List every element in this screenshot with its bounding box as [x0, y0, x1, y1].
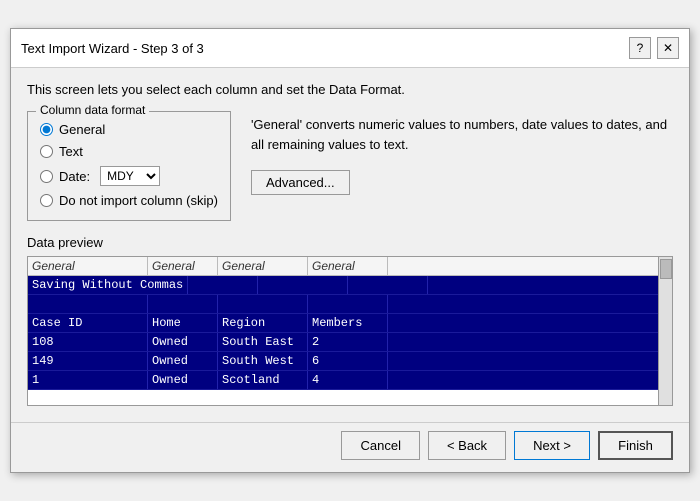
data-rows: Saving Without Commas	[28, 276, 658, 390]
description-text: This screen lets you select each column …	[27, 82, 673, 97]
cell-4-2: South West	[218, 352, 308, 370]
main-area: Column data format General Text Date: MD…	[27, 111, 673, 221]
scroll-thumb-vert[interactable]	[660, 259, 672, 279]
cell-2-3: Members	[308, 314, 388, 332]
table-row	[28, 295, 658, 314]
info-text: 'General' converts numeric values to num…	[251, 115, 673, 154]
cell-4-1: Owned	[148, 352, 218, 370]
cell-5-2: Scotland	[218, 371, 308, 389]
col-headers: General General General General	[28, 257, 658, 276]
dialog-body: This screen lets you select each column …	[11, 68, 689, 416]
radio-general-label[interactable]: General	[59, 122, 105, 137]
cell-4-3: 6	[308, 352, 388, 370]
table-row: Saving Without Commas	[28, 276, 658, 295]
cell-2-2: Region	[218, 314, 308, 332]
table-row: 1 Owned Scotland 4	[28, 371, 658, 390]
cell-5-0: 1	[28, 371, 148, 389]
dialog-title: Text Import Wizard - Step 3 of 3	[21, 41, 204, 56]
cell-0-1	[188, 276, 258, 294]
preview-container: General General General General Saving W…	[27, 256, 673, 406]
radio-text-label[interactable]: Text	[59, 144, 83, 159]
cell-0-3	[348, 276, 428, 294]
cell-3-3: 2	[308, 333, 388, 351]
date-format-select[interactable]: MDY DMY YMD	[100, 166, 160, 186]
col-header-1: General	[28, 257, 148, 275]
cell-3-1: Owned	[148, 333, 218, 351]
left-panel: Column data format General Text Date: MD…	[27, 111, 231, 221]
title-bar: Text Import Wizard - Step 3 of 3 ? ✕	[11, 29, 689, 68]
back-button[interactable]: < Back	[428, 431, 506, 460]
vertical-scrollbar[interactable]	[658, 257, 672, 405]
column-format-group: Column data format General Text Date: MD…	[27, 111, 231, 221]
cell-3-0: 108	[28, 333, 148, 351]
cell-2-0: Case ID	[28, 314, 148, 332]
help-button[interactable]: ?	[629, 37, 651, 59]
col-header-2: General	[148, 257, 218, 275]
cell-5-1: Owned	[148, 371, 218, 389]
close-button[interactable]: ✕	[657, 37, 679, 59]
radio-skip-row: Do not import column (skip)	[40, 193, 218, 208]
group-box-label: Column data format	[36, 103, 149, 117]
next-button[interactable]: Next >	[514, 431, 590, 460]
advanced-button[interactable]: Advanced...	[251, 170, 350, 195]
cancel-button[interactable]: Cancel	[341, 431, 419, 460]
cell-1-0	[28, 295, 148, 313]
right-panel: 'General' converts numeric values to num…	[251, 111, 673, 221]
finish-button[interactable]: Finish	[598, 431, 673, 460]
radio-skip-label[interactable]: Do not import column (skip)	[59, 193, 218, 208]
table-row: Case ID Home Region Members	[28, 314, 658, 333]
preview-table: General General General General Saving W…	[28, 257, 658, 405]
radio-date[interactable]	[40, 170, 53, 183]
cell-0-0: Saving Without Commas	[28, 276, 188, 294]
dialog-window: Text Import Wizard - Step 3 of 3 ? ✕ Thi…	[10, 28, 690, 473]
radio-text[interactable]	[40, 145, 53, 158]
title-bar-controls: ? ✕	[629, 37, 679, 59]
preview-table-wrap: General General General General Saving W…	[28, 257, 672, 405]
col-header-3: General	[218, 257, 308, 275]
cell-0-2	[258, 276, 348, 294]
radio-skip[interactable]	[40, 194, 53, 207]
radio-general-row: General	[40, 122, 218, 137]
radio-general[interactable]	[40, 123, 53, 136]
table-row: 108 Owned South East 2	[28, 333, 658, 352]
footer: Cancel < Back Next > Finish	[11, 422, 689, 472]
col-header-4: General	[308, 257, 388, 275]
cell-1-3	[308, 295, 388, 313]
cell-3-2: South East	[218, 333, 308, 351]
horizontal-scrollbar[interactable]	[28, 405, 672, 406]
radio-date-row: Date: MDY DMY YMD	[40, 166, 218, 186]
cell-5-3: 4	[308, 371, 388, 389]
data-preview-label: Data preview	[27, 235, 673, 250]
cell-1-1	[148, 295, 218, 313]
cell-4-0: 149	[28, 352, 148, 370]
table-row: 149 Owned South West 6	[28, 352, 658, 371]
radio-text-row: Text	[40, 144, 218, 159]
cell-2-1: Home	[148, 314, 218, 332]
radio-date-label[interactable]: Date:	[59, 169, 90, 184]
data-preview-section: Data preview General General General Gen…	[27, 235, 673, 406]
cell-1-2	[218, 295, 308, 313]
